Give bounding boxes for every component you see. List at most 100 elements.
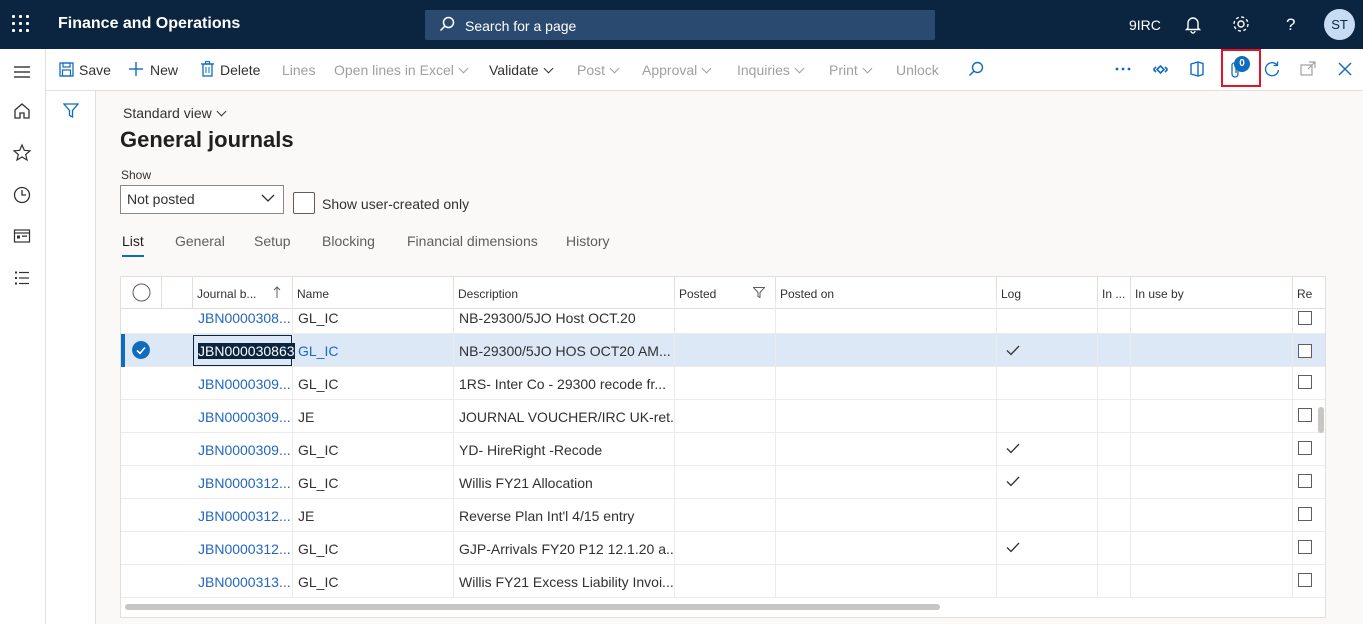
description-cell: Willis FY21 Excess Liability Invoi... [454,565,675,598]
post-menu[interactable]: Post [577,62,620,78]
more-options-icon[interactable] [1115,67,1131,71]
page-title: General journals [120,127,294,152]
in-use-by-cell [1131,367,1293,400]
select-all-radio[interactable] [132,283,151,302]
view-selector[interactable]: Standard view [123,105,227,121]
journal-batch-link[interactable]: JBN0000313... [193,565,293,598]
hamburger-icon[interactable] [12,62,32,82]
tab-financial-dimensions[interactable]: Financial dimensions [407,233,538,249]
search-icon[interactable] [968,61,984,77]
table-row[interactable]: JBN0000312... GL_IC Willis FY21 Allocati… [121,466,1325,499]
lines-button[interactable]: Lines [282,62,315,78]
help-icon[interactable]: ? [1280,13,1302,35]
journal-batch-link[interactable]: JBN0000309... [193,433,293,466]
validate-menu[interactable]: Validate [489,62,554,78]
show-user-created-only-checkbox[interactable] [293,192,315,214]
row-checkbox[interactable] [1298,573,1312,587]
posted-on-cell [776,334,997,367]
posted-cell [675,466,776,499]
vertical-scrollbar[interactable] [1318,407,1324,433]
save-button[interactable]: Save [79,62,111,78]
modules-list-icon[interactable] [12,268,32,288]
description-cell: NB-29300/5JO Host OCT.20 [454,301,675,334]
inquiries-menu[interactable]: Inquiries [737,62,805,78]
open-new-window-icon[interactable] [1300,61,1316,77]
chevron-down-icon [543,63,554,74]
log-cell [997,367,1098,400]
table-row[interactable]: JBN0000309... JE JOURNAL VOUCHER/IRC UK-… [121,400,1325,433]
tab-history[interactable]: History [566,233,610,249]
journal-batch-link[interactable]: JBN0000308... [193,301,293,334]
row-checkbox[interactable] [1298,344,1312,358]
approval-menu[interactable]: Approval [642,62,712,78]
table-row[interactable]: JBN0000312... GL_IC GJP-Arrivals FY20 P1… [121,532,1325,565]
tab-blocking[interactable]: Blocking [322,233,375,249]
description-cell: GJP-Arrivals FY20 P12 12.1.20 a... [454,532,675,565]
journal-batch-link[interactable]: JBN0000312... [193,466,293,499]
recent-clock-icon[interactable] [12,185,32,205]
table-row[interactable]: JBN0000308... GL_IC NB-29300/5JO Host OC… [121,301,1325,334]
show-dropdown[interactable]: Not posted [120,185,284,214]
in-use-cell [1098,466,1131,499]
row-checkbox[interactable] [1298,408,1312,422]
filter-funnel-icon[interactable] [63,103,79,118]
chevron-down-icon [701,63,712,74]
posted-on-cell [776,466,997,499]
svg-text:?: ? [1286,15,1295,34]
tab-setup[interactable]: Setup [254,233,291,249]
description-cell: Reverse Plan Int'l 4/15 entry [454,499,675,532]
new-button[interactable]: New [150,62,178,78]
office-icon[interactable] [1190,61,1204,77]
settings-gear-icon[interactable] [1230,13,1252,35]
row-checkbox[interactable] [1298,474,1312,488]
notifications-bell-icon[interactable] [1182,13,1204,35]
journal-batch-link[interactable]: JBN0000312... [193,499,293,532]
posted-cell [675,499,776,532]
description-cell: NB-29300/5JO HOS OCT20 AM... [454,334,675,367]
log-cell [997,565,1098,598]
power-apps-diamond-icon[interactable] [1153,62,1168,77]
log-cell [997,499,1098,532]
view-name-label: Standard view [123,105,212,121]
in-use-by-cell [1131,499,1293,532]
row-checkbox[interactable] [1298,507,1312,521]
close-icon[interactable] [1338,62,1352,76]
row-checkbox[interactable] [1298,540,1312,554]
posted-on-cell [776,433,997,466]
user-avatar[interactable]: ST [1324,9,1355,40]
delete-button[interactable]: Delete [220,62,260,78]
tab-list[interactable]: List [122,233,144,257]
tab-general[interactable]: General [175,233,225,249]
search-page-input[interactable]: Search for a page [425,10,935,40]
table-row[interactable]: JBN0000313... GL_IC Willis FY21 Excess L… [121,565,1325,598]
journal-batch-link[interactable]: JBN0000312... [193,532,293,565]
row-checkbox[interactable] [1298,441,1312,455]
open-lines-in-excel-menu[interactable]: Open lines in Excel [334,62,469,78]
journal-batch-focused-text: JBN000030863 [198,343,295,359]
refresh-icon[interactable] [1263,60,1281,78]
row-checkbox[interactable] [1298,311,1312,325]
name-cell: JE [293,499,454,532]
description-cell: 1RS- Inter Co - 29300 recode fr... [454,367,675,400]
horizontal-scrollbar[interactable] [125,604,940,610]
home-icon[interactable] [12,101,32,121]
posted-cell [675,367,776,400]
journal-batch-link[interactable]: JBN0000309... [193,367,293,400]
save-icon [59,62,74,77]
posted-cell [675,301,776,334]
app-launcher-icon[interactable] [12,15,32,35]
unlock-button[interactable]: Unlock [896,62,939,78]
row-selected-check-icon[interactable] [132,341,150,359]
row-checkbox[interactable] [1298,375,1312,389]
in-use-cell [1098,532,1131,565]
company-picker[interactable]: 9IRC [1129,17,1161,33]
table-row[interactable]: JBN0000312... JE Reverse Plan Int'l 4/15… [121,499,1325,532]
journal-batch-focused-cell[interactable]: JBN000030863 [193,335,295,366]
favorites-star-icon[interactable] [12,143,32,163]
workspaces-icon[interactable] [12,226,32,246]
journal-batch-link[interactable]: JBN0000309... [193,400,293,433]
table-row[interactable]: JBN0000309... GL_IC 1RS- Inter Co - 2930… [121,367,1325,400]
print-menu[interactable]: Print [829,62,873,78]
table-row-selected[interactable]: JBN000030863 GL_IC NB-29300/5JO HOS OCT2… [121,334,1325,367]
table-row[interactable]: JBN0000309... GL_IC YD- HireRight -Recod… [121,433,1325,466]
